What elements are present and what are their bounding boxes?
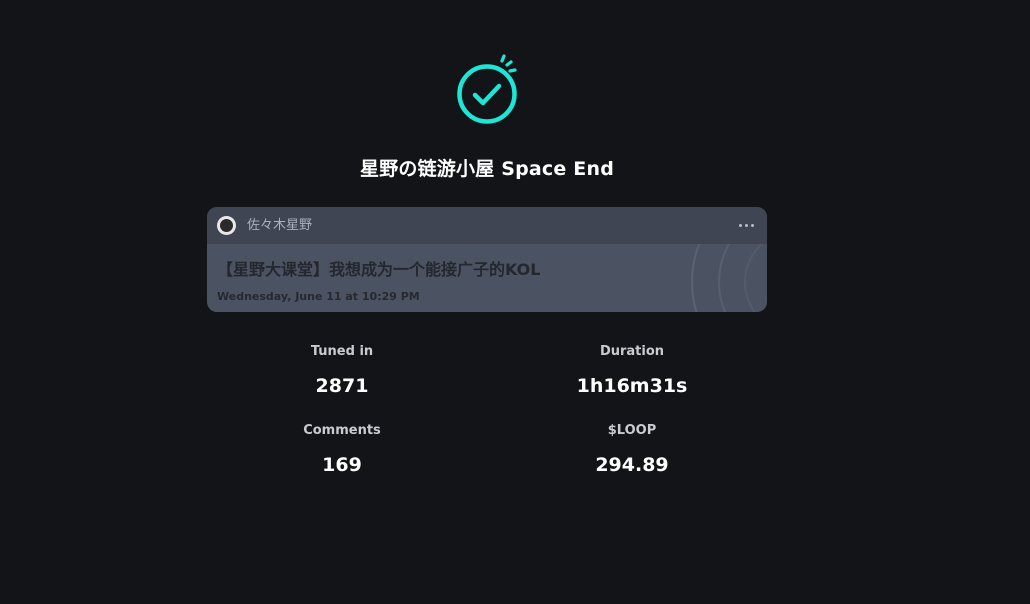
avatar[interactable] xyxy=(217,216,236,235)
space-date: Wednesday, June 11 at 10:29 PM xyxy=(217,290,420,303)
more-horizontal-icon[interactable] xyxy=(735,217,759,233)
space-card[interactable]: 佐々木星野 【星野大课堂】我想成为一个能接广子的KOL Wednesday, J… xyxy=(207,207,767,312)
tuned-in-label: Tuned in xyxy=(310,344,374,359)
host-name[interactable]: 佐々木星野 xyxy=(247,217,312,235)
space-topic: 【星野大课堂】我想成为一个能接广子的KOL xyxy=(217,260,541,279)
duration-value: 1h16m31s xyxy=(576,375,688,397)
comments-value: 169 xyxy=(322,454,362,476)
card-header: 佐々木星野 xyxy=(207,207,767,244)
duration-label: Duration xyxy=(599,344,665,359)
space-title: 星野の链游小屋 Space End xyxy=(360,158,614,180)
tuned-in-value: 2871 xyxy=(315,375,369,397)
loop-label: $LOOP xyxy=(607,423,657,438)
check-circle-icon xyxy=(452,52,524,128)
loop-value: 294.89 xyxy=(595,454,669,476)
comments-label: Comments xyxy=(303,423,381,438)
